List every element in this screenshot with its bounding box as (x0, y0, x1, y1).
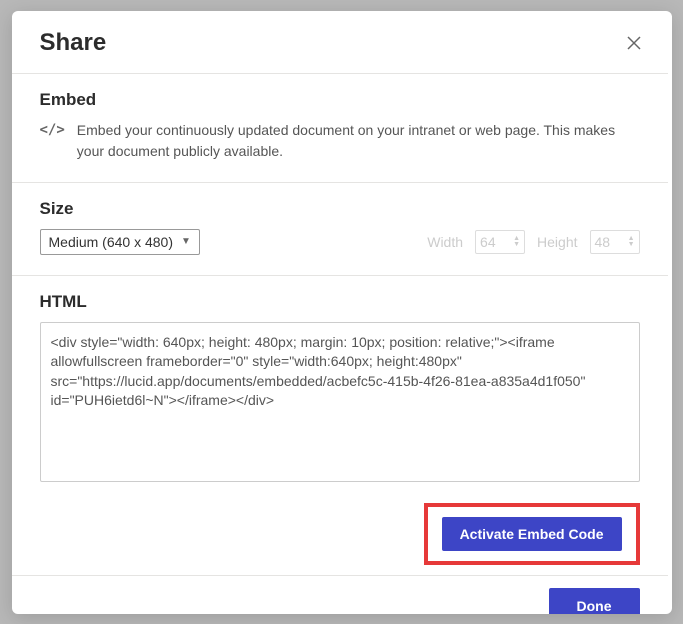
highlight-annotation: Activate Embed Code (424, 503, 640, 565)
embed-row: </> Embed your continuously updated docu… (40, 120, 640, 162)
width-stepper[interactable]: ▲▼ (513, 236, 520, 248)
width-input[interactable]: 64 ▲▼ (475, 230, 525, 254)
chevron-down-icon: ▼ (181, 236, 191, 247)
modal-header: Share (12, 11, 672, 73)
close-icon[interactable] (624, 33, 644, 53)
height-label: Height (537, 234, 577, 250)
size-select-value: Medium (640 x 480) (49, 234, 174, 250)
size-select[interactable]: Medium (640 x 480) ▼ (40, 229, 200, 255)
embed-section: Embed </> Embed your continuously update… (12, 73, 668, 182)
html-title: HTML (40, 292, 640, 312)
height-input[interactable]: 48 ▲▼ (590, 230, 640, 254)
modal-title: Share (40, 29, 107, 57)
size-row: Medium (640 x 480) ▼ Width 64 ▲▼ Height … (40, 229, 640, 255)
activate-row: Activate Embed Code (40, 503, 640, 565)
code-icon: </> (40, 122, 65, 138)
width-label: Width (427, 234, 463, 250)
html-code-textarea[interactable] (40, 322, 640, 482)
modal-footer: Done (12, 575, 668, 614)
size-title: Size (40, 199, 640, 219)
modal-body: Embed </> Embed your continuously update… (12, 73, 672, 614)
height-value: 48 (595, 234, 611, 250)
html-section: HTML Activate Embed Code (12, 275, 668, 575)
size-section: Size Medium (640 x 480) ▼ Width 64 ▲▼ He… (12, 182, 668, 275)
embed-description: Embed your continuously updated document… (77, 120, 640, 162)
dimensions-group: Width 64 ▲▼ Height 48 ▲▼ (427, 230, 639, 254)
height-stepper[interactable]: ▲▼ (628, 236, 635, 248)
share-modal: Share Embed </> Embed your continuously … (12, 11, 672, 614)
width-value: 64 (480, 234, 496, 250)
embed-title: Embed (40, 90, 640, 110)
activate-embed-button[interactable]: Activate Embed Code (442, 517, 622, 551)
done-button[interactable]: Done (549, 588, 640, 614)
